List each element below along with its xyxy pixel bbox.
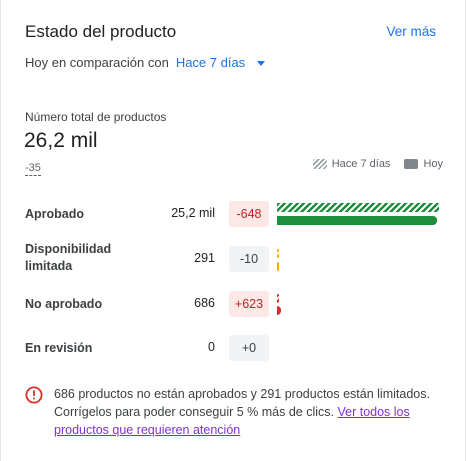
issues-alert: 686 productos no están aprobados y 291 p… bbox=[25, 385, 445, 439]
total-products-value: 26,2 mil bbox=[24, 129, 98, 152]
dropdown-arrow-icon bbox=[257, 60, 266, 66]
see-more-link[interactable]: Ver más bbox=[386, 24, 436, 39]
status-label: Disponibilidad limitada bbox=[25, 242, 112, 273]
status-delta-badge: +0 bbox=[229, 335, 269, 361]
product-status-card: Estado del producto Ver más Hoy en compa… bbox=[0, 0, 466, 461]
bar-current bbox=[277, 216, 437, 225]
chart-legend: Hace 7 días Hoy bbox=[312, 158, 443, 170]
legend-previous-swatch bbox=[312, 159, 327, 169]
status-label: No aprobado bbox=[25, 297, 103, 311]
comparison-row: Hoy en comparación con Hace 7 días bbox=[25, 55, 266, 70]
alert-text: 686 productos no están aprobados y 291 p… bbox=[54, 385, 445, 439]
status-count: 25,2 mil bbox=[171, 206, 215, 220]
bar-current bbox=[277, 306, 281, 315]
bar-previous bbox=[277, 294, 279, 303]
status-delta-badge: -10 bbox=[229, 246, 269, 272]
status-row-under-review: En revisión 0 +0 bbox=[1, 332, 466, 366]
status-delta-badge: +623 bbox=[229, 291, 269, 317]
bar-previous bbox=[277, 249, 279, 258]
legend-current-label: Hoy bbox=[423, 158, 443, 170]
status-count: 291 bbox=[194, 251, 215, 265]
card-title: Estado del producto bbox=[25, 22, 177, 41]
error-icon bbox=[25, 386, 43, 404]
status-count: 0 bbox=[208, 340, 215, 354]
status-label: En revisión bbox=[25, 341, 93, 355]
total-products-delta[interactable]: -35 bbox=[25, 162, 41, 176]
legend-current-swatch bbox=[404, 159, 419, 169]
status-row-approved: Aprobado 25,2 mil -648 bbox=[1, 198, 466, 232]
bar-current bbox=[277, 262, 279, 271]
comparison-label: Hoy en comparación con bbox=[25, 55, 169, 70]
bar-previous bbox=[277, 203, 439, 212]
comparison-period-value: Hace 7 días bbox=[175, 55, 246, 70]
status-label: Aprobado bbox=[25, 207, 85, 221]
status-count: 686 bbox=[194, 296, 215, 310]
status-delta-badge: -648 bbox=[229, 201, 269, 227]
status-row-limited: Disponibilidad limitada 291 -10 bbox=[1, 241, 466, 275]
status-row-disapproved: No aprobado 686 +623 bbox=[1, 288, 466, 322]
total-products-label: Número total de productos bbox=[25, 110, 167, 124]
legend-previous-label: Hace 7 días bbox=[331, 158, 391, 170]
comparison-period-dropdown[interactable]: Hace 7 días bbox=[175, 55, 266, 70]
